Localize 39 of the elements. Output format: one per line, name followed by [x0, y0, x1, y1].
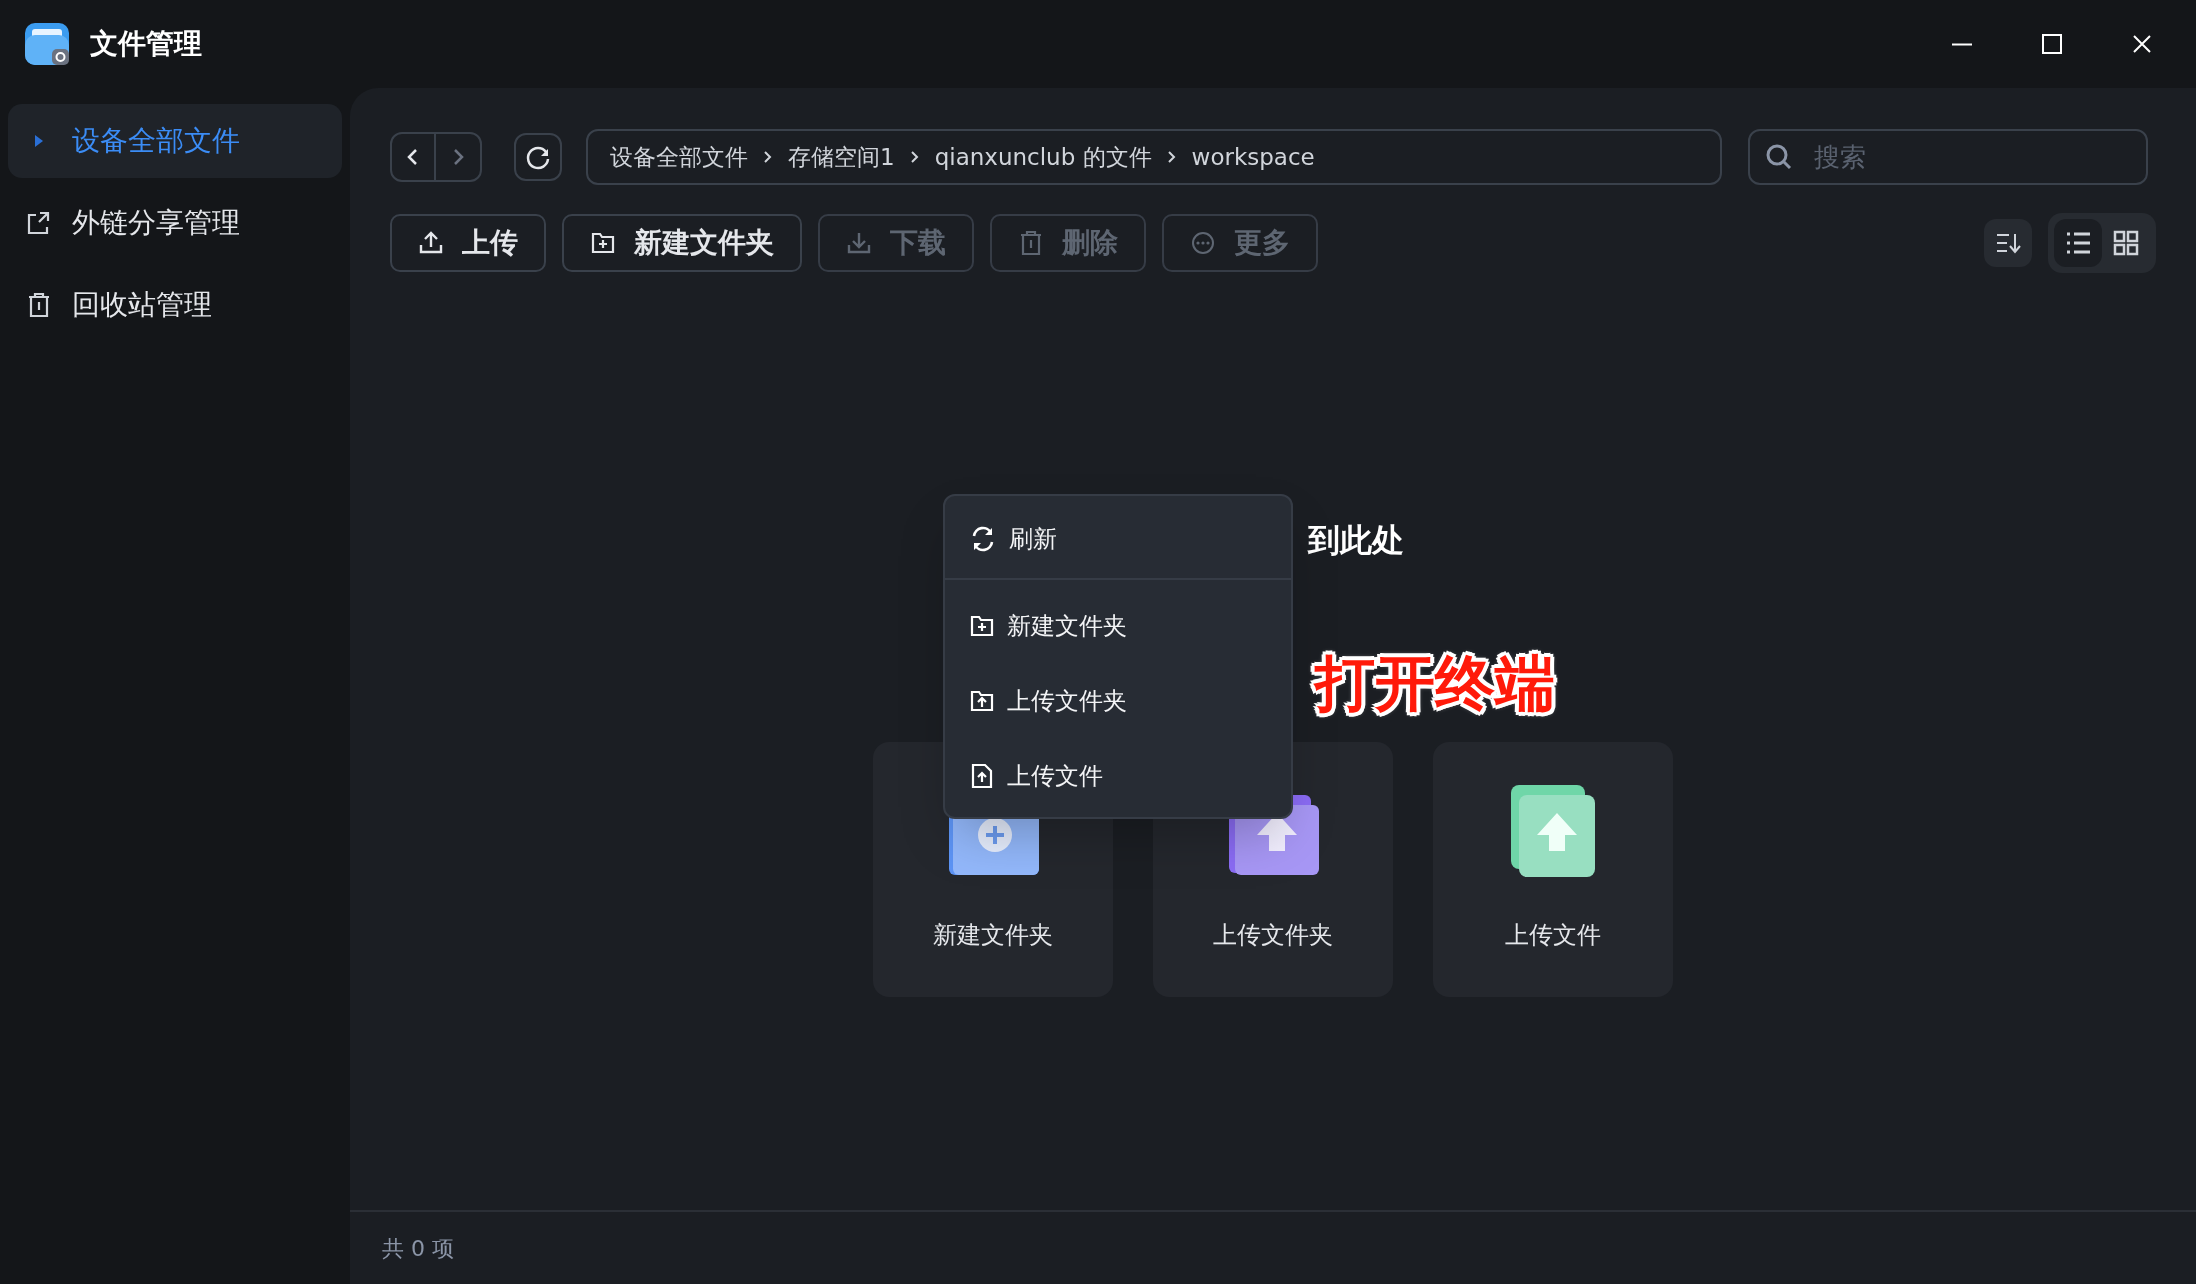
- close-icon: [2131, 33, 2153, 55]
- folder-plus-icon: [590, 230, 616, 256]
- breadcrumb-link[interactable]: 设备全部文件: [610, 139, 748, 175]
- trash-icon: [1018, 230, 1044, 256]
- menu-item[interactable]: 上传文件夹: [945, 663, 1291, 738]
- action-card[interactable]: 上传文件: [1433, 742, 1673, 997]
- refresh-button[interactable]: [514, 133, 562, 181]
- window-title: 文件管理: [90, 26, 202, 62]
- breadcrumb-link[interactable]: qianxunclub 的文件: [934, 139, 1152, 175]
- app-folder-icon: [24, 21, 70, 67]
- view-toggle-button[interactable]: [2054, 219, 2102, 267]
- toolbar-button[interactable]: 上传: [390, 214, 546, 272]
- search-icon: [1764, 142, 1794, 172]
- share-icon: [26, 210, 52, 236]
- item-count: 共 0 项: [382, 1234, 454, 1263]
- breadcrumb-link[interactable]: 存储空间1: [788, 139, 895, 175]
- more-icon: [1190, 230, 1216, 256]
- grid-view-icon: [2113, 230, 2139, 256]
- annotation-text: 打开终端: [1315, 647, 1555, 720]
- toolbar-button[interactable]: 新建文件夹: [562, 214, 802, 272]
- download-icon: [846, 230, 872, 256]
- sidebar-item[interactable]: 设备全部文件: [8, 104, 342, 178]
- sidebar-item[interactable]: 回收站管理: [8, 268, 342, 342]
- trash-icon: [26, 292, 52, 318]
- list-view-icon: [2065, 231, 2091, 255]
- sort-button[interactable]: [1984, 219, 2032, 267]
- upload-icon: [418, 230, 444, 256]
- chevron-icon: [1165, 149, 1178, 165]
- file-upload-icon: [969, 762, 995, 789]
- sidebar-item[interactable]: 外链分享管理: [8, 186, 342, 260]
- chevron-icon: [762, 149, 774, 165]
- search-field[interactable]: 搜索: [1748, 129, 2148, 185]
- empty-state-heading: 到此处: [1308, 521, 1404, 559]
- menu-item[interactable]: 新建文件夹: [945, 588, 1291, 663]
- minimize-icon: [1952, 42, 1972, 46]
- sort-icon: [1995, 231, 2021, 255]
- chevron-icon: [908, 149, 921, 165]
- maximize-icon: [2041, 33, 2063, 55]
- breadcrumb-link[interactable]: workspace: [1191, 139, 1315, 175]
